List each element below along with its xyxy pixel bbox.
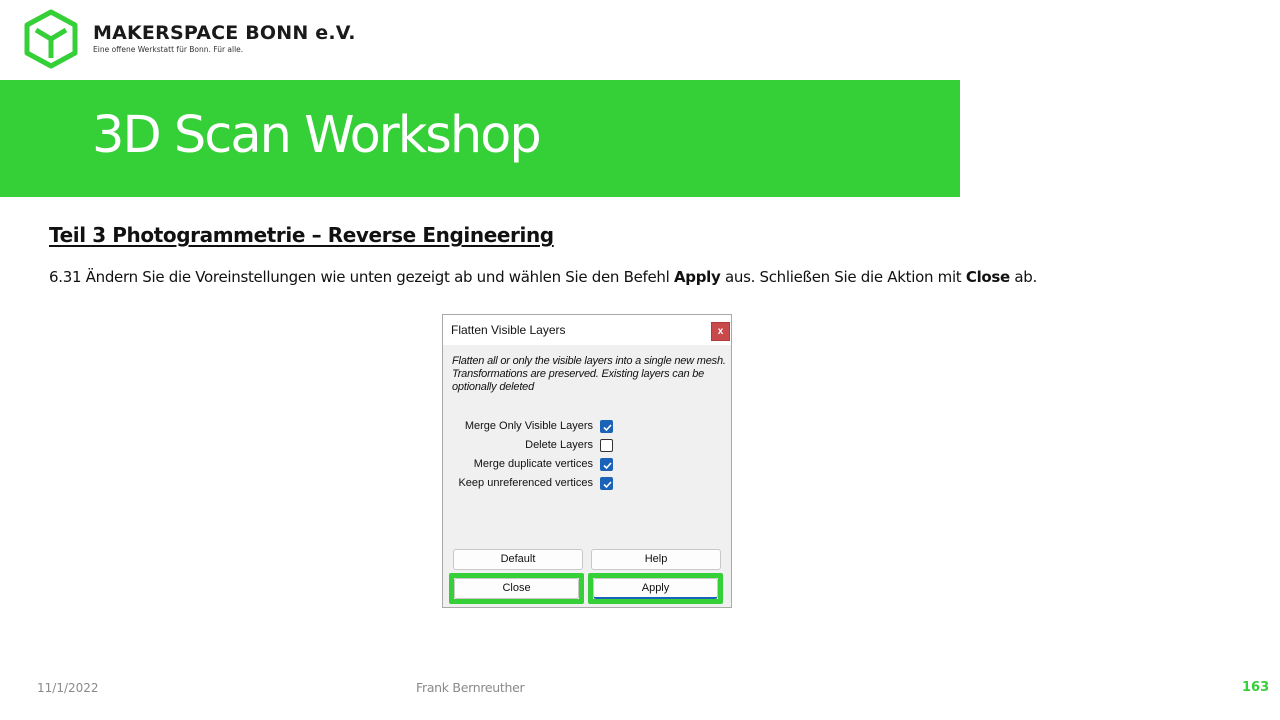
checkmark-icon	[603, 424, 612, 432]
instruction-close-word: Close	[965, 268, 1010, 286]
instruction-part: aus. Schließen Sie die Aktion mit	[720, 268, 966, 286]
slide-title: 3D Scan Workshop	[92, 106, 542, 165]
description-line: Transformations are preserved. Existing …	[452, 368, 705, 393]
instruction-part: ab.	[1009, 268, 1037, 286]
dialog-title: Flatten Visible Layers	[451, 323, 566, 337]
close-button[interactable]: Close	[454, 578, 579, 599]
option-delete-layers: Delete Layers	[443, 438, 731, 454]
merge-duplicate-vertices-checkbox[interactable]	[600, 458, 613, 471]
option-label: Merge duplicate vertices	[473, 458, 593, 470]
help-button[interactable]: Help	[591, 549, 721, 570]
footer-author: Frank Bernreuther	[416, 680, 525, 695]
dialog-description: Flatten all or only the visible layers i…	[452, 355, 730, 394]
description-line: Flatten all or only the visible layers i…	[452, 355, 726, 367]
brand-tagline: Eine offene Werkstatt für Bonn. Für alle…	[93, 45, 244, 54]
option-keep-unreferenced-vertices: Keep unreferenced vertices	[443, 476, 731, 492]
hexagon-cube-icon	[24, 9, 78, 69]
instruction-apply-word: Apply	[673, 268, 721, 286]
section-heading: Teil 3 Photogrammetrie – Reverse Enginee…	[49, 223, 554, 247]
title-band: 3D Scan Workshop	[0, 80, 960, 197]
page-number: 163	[1242, 680, 1270, 695]
checkmark-icon	[603, 462, 612, 470]
default-button[interactable]: Default	[453, 549, 583, 570]
apply-button[interactable]: Apply	[593, 578, 718, 599]
checkmark-icon	[603, 481, 612, 489]
option-label: Delete Layers	[525, 439, 593, 451]
dialog-titlebar: Flatten Visible Layers x	[443, 315, 731, 345]
close-icon[interactable]: x	[711, 322, 730, 341]
footer-date: 11/1/2022	[37, 681, 99, 695]
option-label: Merge Only Visible Layers	[464, 420, 593, 432]
option-label: Keep unreferenced vertices	[458, 477, 593, 489]
delete-layers-checkbox[interactable]	[600, 439, 613, 452]
instruction-text: 6.31 Ändern Sie die Voreinstellungen wie…	[49, 268, 1037, 286]
brand-name: MAKERSPACE BONN e.V.	[93, 22, 356, 44]
flatten-visible-layers-dialog: Flatten Visible Layers x Flatten all or …	[442, 314, 732, 608]
option-merge-duplicate-vertices: Merge duplicate vertices	[443, 457, 731, 473]
option-merge-only-visible: Merge Only Visible Layers	[443, 419, 731, 435]
keep-unreferenced-vertices-checkbox[interactable]	[600, 477, 613, 490]
instruction-part: 6.31 Ändern Sie die Voreinstellungen wie…	[49, 268, 674, 286]
merge-only-visible-checkbox[interactable]	[600, 420, 613, 433]
